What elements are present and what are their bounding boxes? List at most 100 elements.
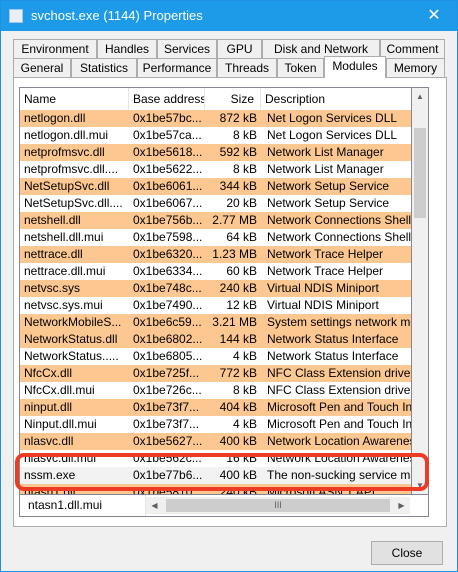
cell-description: Network Status Interface: [267, 332, 399, 346]
table-row[interactable]: ninput.dll 0x1be73f7... 404 kB Microsoft Pe…: [20, 399, 412, 416]
title-bar[interactable]: svchost.exe (1144) Properties ✕: [1, 1, 457, 31]
cell-size: 3.21 MB: [212, 315, 257, 329]
scroll-down-arrow-icon[interactable]: ▼: [412, 477, 428, 494]
table-row[interactable]: netprofmsvc.dll.... 0x1be5622... 8 kB Netwo…: [20, 161, 411, 178]
cell-base-address: 0x1be6067...: [133, 196, 203, 210]
cell-description: Network Setup Service: [267, 196, 390, 210]
cell-description: The non-sucking service ma...: [267, 468, 412, 482]
tab-memory[interactable]: Memory: [386, 58, 445, 77]
table-row[interactable]: Ninput.dll.mui 0x1be73f7... 4 kB Microsoft …: [20, 416, 411, 433]
close-button[interactable]: Close: [371, 541, 443, 565]
table-row[interactable]: netlogon.dll 0x1be57bc... 872 kB Net Logon …: [20, 110, 411, 127]
tab-gpu[interactable]: GPU: [217, 39, 262, 58]
cell-base-address: 0x1be57ca...: [133, 128, 202, 142]
tab-performance[interactable]: Performance: [137, 58, 217, 77]
cell-description: Network Status Interface: [267, 349, 399, 363]
cell-name: nettrace.dll: [24, 247, 83, 261]
table-row[interactable]: NetworkMobileS... 0x1be6c59... 3.21 MB Syst…: [20, 314, 411, 331]
table-row[interactable]: NetSetupSvc.dll 0x1be6061... 344 kB Network…: [20, 178, 411, 195]
cell-name: NetworkStatus.dll: [24, 332, 118, 346]
cell-description: Network Location Awareness: [267, 434, 412, 448]
cell-name: netshell.dll.mui: [24, 230, 104, 244]
table-row[interactable]: netvsc.sys.mui 0x1be7490... 12 kB Virtual N…: [20, 297, 411, 314]
list-bottom-row: ntasn1.dll.mui ◀ III ▶: [19, 495, 429, 517]
cell-size: 8 kB: [232, 383, 257, 397]
cell-size: 8 kB: [232, 128, 257, 142]
tab-statistics[interactable]: Statistics: [71, 58, 137, 77]
cell-description: Microsoft Pen and Touch In...: [267, 400, 412, 414]
cell-name: NetSetupSvc.dll....: [24, 196, 123, 210]
cell-size: 240 kB: [219, 485, 257, 495]
table-row[interactable]: NfcCx.dll 0x1be725f... 772 kB NFC Class Ext…: [20, 365, 412, 382]
table-row[interactable]: NetworkStatus..... 0x1be6805... 4 kB Networ…: [20, 348, 411, 365]
table-row[interactable]: nlasvc.dll.mui 0x1be562c... 16 kB Network L…: [20, 450, 411, 467]
table-row[interactable]: NfcCx.dll.mui 0x1be726c... 8 kB NFC Class E…: [20, 382, 411, 399]
cell-name: netlogon.dll: [24, 111, 86, 125]
column-header-description[interactable]: Description: [261, 88, 411, 110]
column-header-size[interactable]: Size: [205, 88, 261, 110]
cell-size: 64 kB: [226, 230, 257, 244]
cell-description: Virtual NDIS Miniport: [267, 281, 379, 295]
table-row[interactable]: nettrace.dll 0x1be6320... 1.23 MB Network T…: [20, 246, 411, 263]
cell-base-address: 0x1be57bc...: [133, 111, 202, 125]
cell-name: netvsc.sys.mui: [24, 298, 103, 312]
cell-size: 4 kB: [232, 349, 257, 363]
cell-size: 16 kB: [226, 451, 257, 465]
cell-size: 144 kB: [219, 332, 257, 346]
horizontal-scrollbar[interactable]: ◀ III ▶: [146, 497, 410, 514]
properties-window: svchost.exe (1144) Properties ✕ Environm…: [0, 0, 458, 572]
cell-size: 20 kB: [226, 196, 257, 210]
vertical-scroll-thumb[interactable]: [414, 128, 426, 218]
cell-size: 592 kB: [219, 145, 257, 159]
table-row[interactable]: nssm.exe 0x1be77b6... 400 kB The non-suckin…: [20, 467, 412, 484]
table-row[interactable]: NetSetupSvc.dll.... 0x1be6067... 20 kB Netw…: [20, 195, 411, 212]
vertical-scrollbar[interactable]: ▲ ▼: [412, 87, 429, 495]
table-row[interactable]: netvsc.sys 0x1be748c... 240 kB Virtual NDIS…: [20, 280, 411, 297]
column-header-name[interactable]: Name: [20, 88, 129, 110]
scroll-right-arrow-icon[interactable]: ▶: [393, 497, 410, 514]
table-row[interactable]: NetworkStatus.dll 0x1be6802... 144 kB Netwo…: [20, 331, 411, 348]
table-row[interactable]: nettrace.dll.mui 0x1be6334... 60 kB Network…: [20, 263, 411, 280]
cell-name: ninput.dll: [24, 400, 73, 414]
window-close-icon[interactable]: ✕: [411, 1, 457, 31]
cell-base-address: 0x1be756b...: [133, 213, 203, 227]
tab-general[interactable]: General: [13, 58, 71, 77]
cell-size: 772 kB: [219, 366, 257, 380]
scroll-left-arrow-icon[interactable]: ◀: [146, 497, 163, 514]
cell-base-address: 0x1be726c...: [133, 383, 202, 397]
cell-size: 60 kB: [226, 264, 257, 278]
tab-environment[interactable]: Environment: [13, 39, 97, 58]
table-row[interactable]: ntasn1.dll 0x1be5810... 240 kB Microsoft AS…: [20, 484, 411, 495]
partial-row-name[interactable]: ntasn1.dll.mui: [20, 495, 146, 516]
tab-services[interactable]: Services: [157, 39, 217, 58]
cell-size: 872 kB: [219, 111, 257, 125]
cell-description: Network Setup Service: [267, 179, 390, 193]
cell-description: Network Connections Shell: [267, 213, 412, 227]
cell-base-address: 0x1be6c59...: [133, 315, 202, 329]
table-row[interactable]: netshell.dll.mui 0x1be7598... 64 kB Network…: [20, 229, 411, 246]
table-row[interactable]: netshell.dll 0x1be756b... 2.77 MB Network C…: [20, 212, 412, 229]
tab-comment[interactable]: Comment: [380, 39, 445, 58]
cell-description: Microsoft ASN.1 API: [267, 485, 376, 495]
cell-base-address: 0x1be6061...: [133, 179, 203, 193]
cell-base-address: 0x1be7598...: [133, 230, 203, 244]
scroll-up-arrow-icon[interactable]: ▲: [412, 88, 428, 105]
table-row[interactable]: nlasvc.dll 0x1be5627... 400 kB Network Loca…: [20, 433, 412, 450]
tab-modules[interactable]: Modules: [324, 56, 386, 78]
table-row[interactable]: netprofmsvc.dll 0x1be5618... 592 kB Network…: [20, 144, 411, 161]
cell-name: NfcCx.dll.mui: [24, 383, 95, 397]
tab-token[interactable]: Token: [277, 58, 324, 77]
cell-base-address: 0x1be725f...: [133, 366, 200, 380]
table-row[interactable]: netlogon.dll.mui 0x1be57ca... 8 kB Net Logo…: [20, 127, 411, 144]
tab-handles[interactable]: Handles: [97, 39, 157, 58]
cell-description: NFC Class Extension driver: [267, 366, 412, 380]
cell-base-address: 0x1be748c...: [133, 281, 202, 295]
horizontal-scroll-thumb[interactable]: III: [166, 499, 390, 512]
column-header-base-address[interactable]: Base address: [129, 88, 205, 110]
modules-list[interactable]: Name Base address Size Description netlo…: [19, 87, 412, 495]
cell-description: Net Logon Services DLL: [267, 111, 398, 125]
cell-description: Net Logon Services DLL: [267, 128, 398, 142]
cell-size: 12 kB: [226, 298, 257, 312]
tab-threads[interactable]: Threads: [217, 58, 277, 77]
cell-base-address: 0x1be73f7...: [133, 417, 200, 431]
